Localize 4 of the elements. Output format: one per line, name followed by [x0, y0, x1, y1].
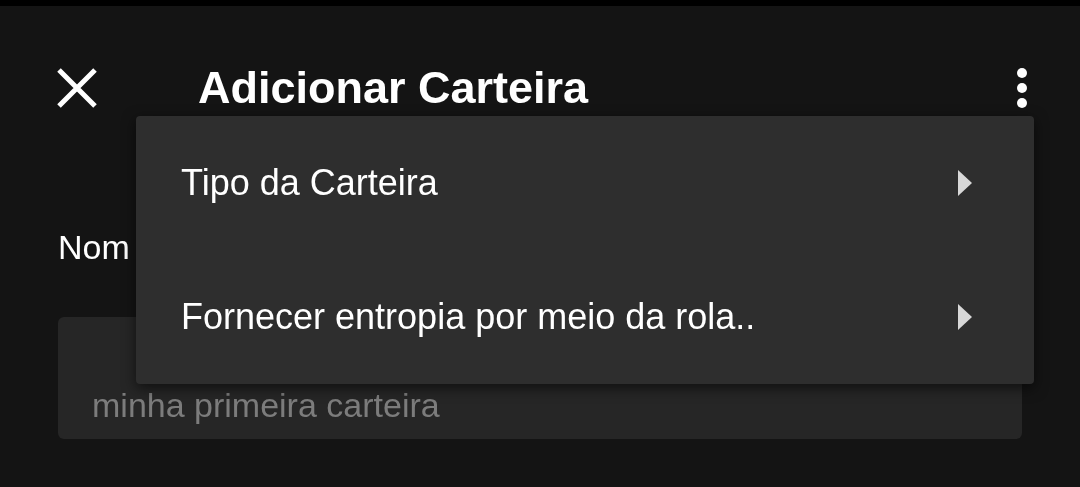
menu-item-label: Tipo da Carteira	[181, 162, 439, 204]
menu-item-label: Fornecer entropia por meio da rola..	[181, 296, 757, 338]
field-label: Nom	[58, 228, 130, 267]
page-title: Adicionar Carteira	[198, 62, 590, 114]
